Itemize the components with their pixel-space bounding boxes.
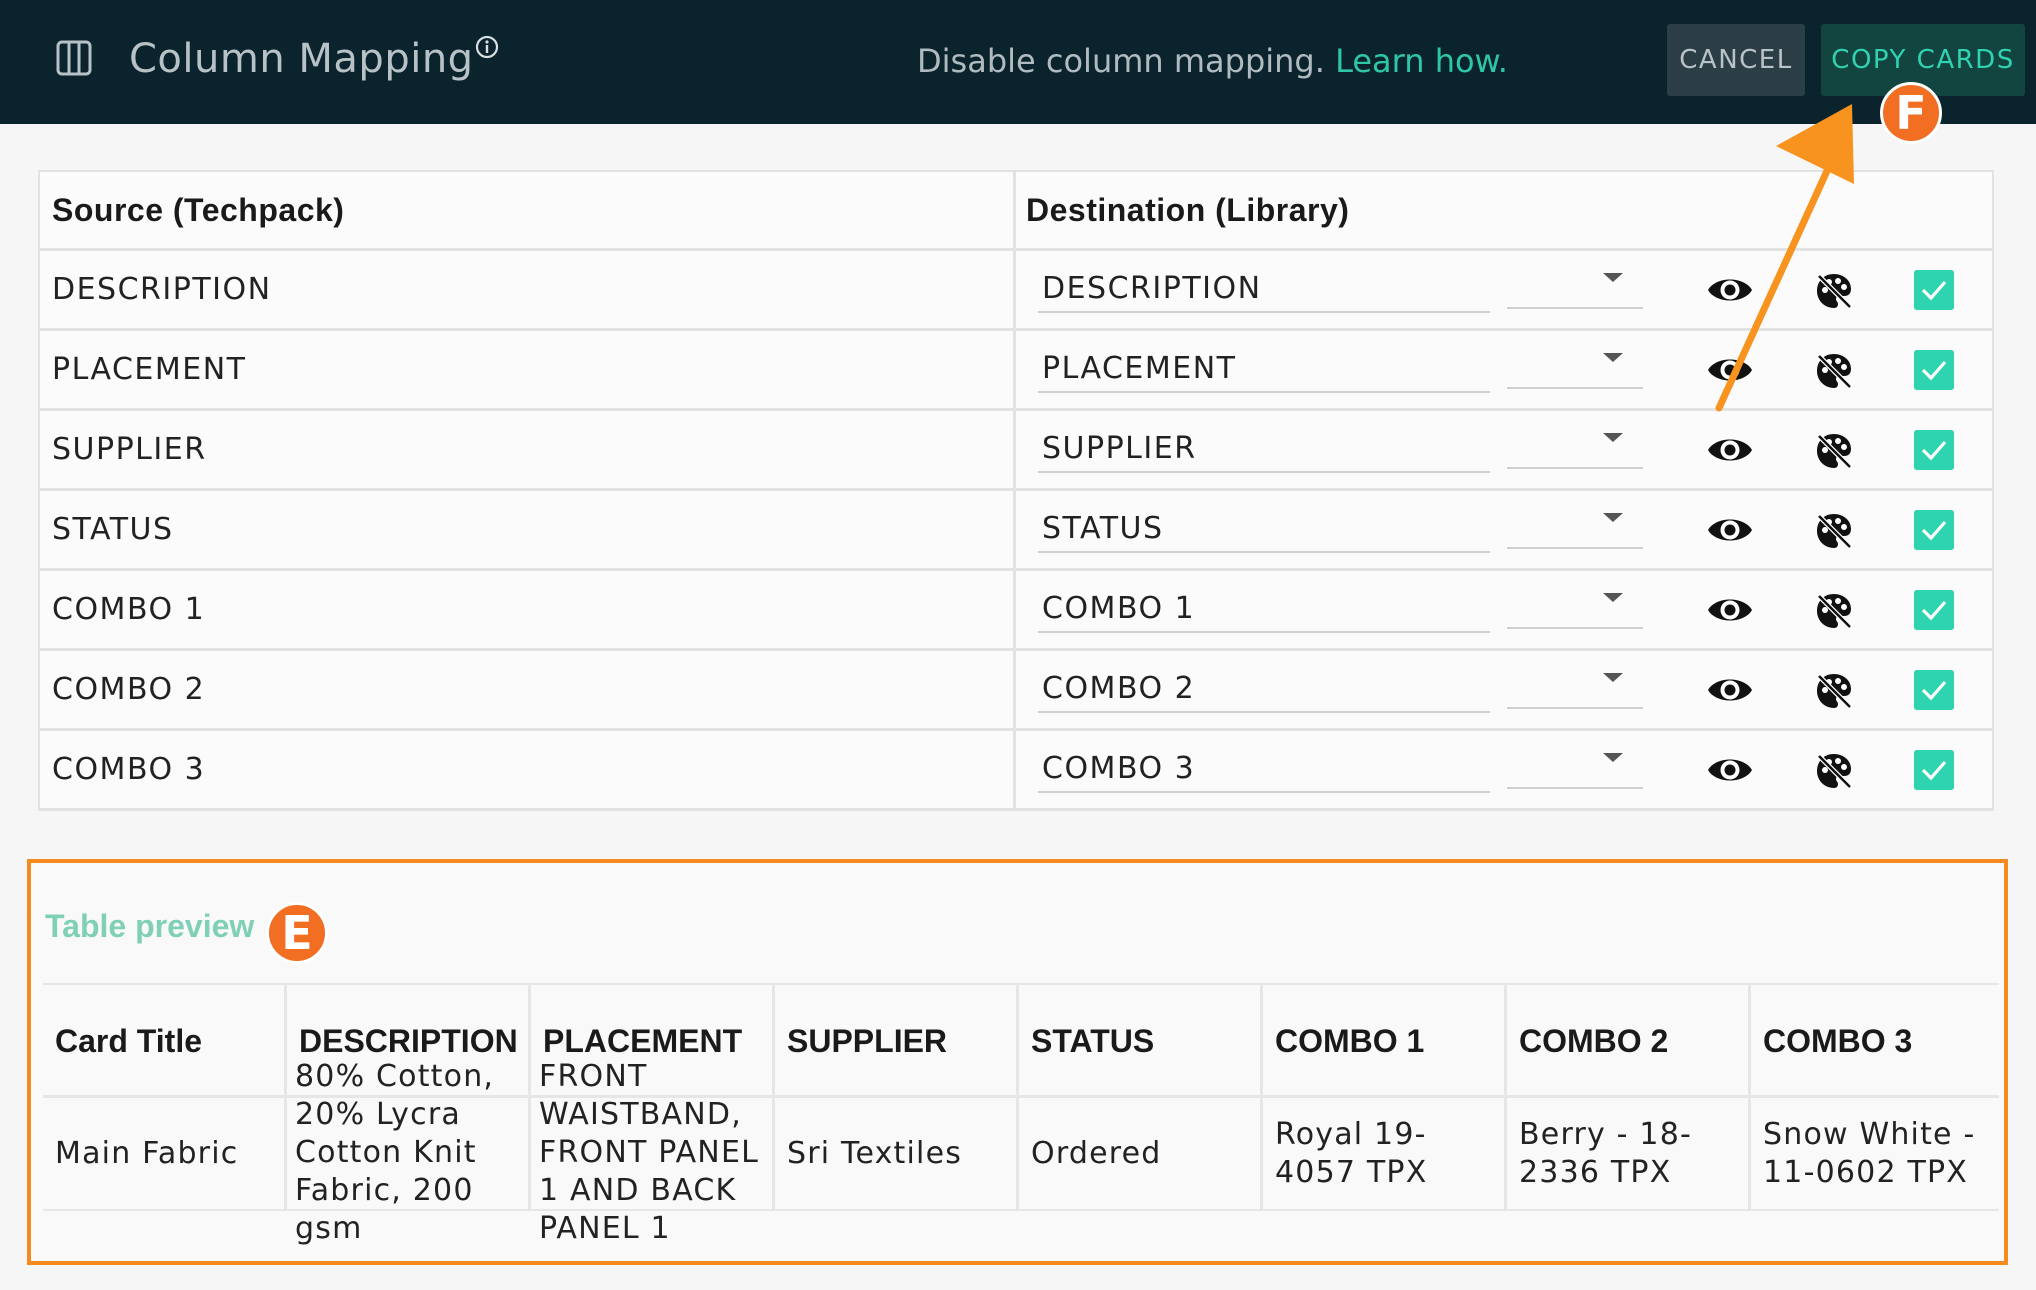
destination-cell: PLACEMENT	[1016, 331, 1994, 408]
source-column-name: SUPPLIER	[38, 411, 1016, 488]
mapping-row: COMBO 3 COMBO 3	[38, 731, 1994, 811]
preview-cell-combo1: Royal 19-4057 TPX	[1263, 1098, 1507, 1209]
destination-type-select[interactable]	[1507, 343, 1643, 389]
destination-type-select[interactable]	[1507, 743, 1643, 789]
mapping-row: PLACEMENT PLACEMENT	[38, 331, 1994, 411]
cancel-button[interactable]: CANCEL	[1667, 24, 1805, 96]
eye-icon[interactable]	[1706, 509, 1754, 551]
dropdown-caret-icon	[1603, 753, 1623, 762]
destination-field-input[interactable]: COMBO 2	[1038, 669, 1490, 713]
checkbox-checked-icon[interactable]	[1914, 510, 1954, 550]
destination-header: Destination (Library)	[1016, 172, 1994, 248]
palette-off-icon[interactable]	[1814, 591, 1854, 631]
mapping-row: DESCRIPTION DESCRIPTION	[38, 251, 1994, 331]
destination-field-input[interactable]: DESCRIPTION	[1038, 269, 1490, 313]
columns-icon[interactable]	[56, 40, 92, 76]
destination-type-select[interactable]	[1507, 503, 1643, 549]
source-column-name: COMBO 1	[38, 571, 1016, 648]
learn-how-link[interactable]: Learn how.	[1335, 42, 1508, 80]
checkbox-checked-icon[interactable]	[1914, 430, 1954, 470]
checkbox-checked-icon[interactable]	[1914, 670, 1954, 710]
source-column-name: COMBO 2	[38, 651, 1016, 728]
preview-column-header: COMBO 2	[1507, 985, 1751, 1095]
table-preview-title: Table preview	[45, 908, 255, 944]
palette-off-icon[interactable]	[1814, 351, 1854, 391]
mapping-row: COMBO 2 COMBO 2	[38, 651, 1994, 731]
preview-column-header: SUPPLIER	[775, 985, 1019, 1095]
palette-off-icon[interactable]	[1814, 751, 1854, 791]
eye-icon[interactable]	[1706, 749, 1754, 791]
eye-icon[interactable]	[1706, 429, 1754, 471]
column-mapping-table: Source (Techpack) Destination (Library) …	[38, 170, 1994, 811]
destination-type-select[interactable]	[1507, 423, 1643, 469]
preview-column-header: Card Title	[43, 985, 287, 1095]
source-column-name: PLACEMENT	[38, 331, 1016, 408]
preview-column-header: COMBO 1	[1263, 985, 1507, 1095]
info-icon[interactable]	[474, 34, 500, 60]
destination-field-input[interactable]: COMBO 1	[1038, 589, 1490, 633]
mapping-header-row: Source (Techpack) Destination (Library)	[38, 170, 1994, 251]
dropdown-caret-icon	[1603, 673, 1623, 682]
marker-e-badge: E	[266, 902, 328, 964]
destination-type-select[interactable]	[1507, 263, 1643, 309]
mapping-row: STATUS STATUS	[38, 491, 1994, 571]
disable-mapping-label: Disable column mapping.	[917, 42, 1325, 80]
preview-column-header: COMBO 3	[1763, 1023, 1913, 1059]
destination-cell: COMBO 1	[1016, 571, 1994, 648]
preview-cell-card-title: Main Fabric	[43, 1098, 287, 1209]
checkbox-checked-icon[interactable]	[1914, 750, 1954, 790]
mapping-row: SUPPLIER SUPPLIER	[38, 411, 1994, 491]
palette-off-icon[interactable]	[1814, 671, 1854, 711]
mapping-row: COMBO 1 COMBO 1	[38, 571, 1994, 651]
checkbox-checked-icon[interactable]	[1914, 350, 1954, 390]
preview-cell-supplier: Sri Textiles	[775, 1098, 1019, 1209]
destination-field-input[interactable]: STATUS	[1038, 509, 1490, 553]
eye-icon[interactable]	[1706, 349, 1754, 391]
preview-cell-description-text: 80% Cotton, 20% Lycra Cotton Knit Fabric…	[295, 1059, 495, 1246]
checkbox-checked-icon[interactable]	[1914, 590, 1954, 630]
destination-field-input[interactable]: PLACEMENT	[1038, 349, 1490, 393]
dropdown-caret-icon	[1603, 513, 1623, 522]
palette-off-icon[interactable]	[1814, 271, 1854, 311]
palette-off-icon[interactable]	[1814, 511, 1854, 551]
source-column-name: STATUS	[38, 491, 1016, 568]
preview-cell-combo2: Berry - 18-2336 TPX	[1507, 1098, 1751, 1209]
destination-cell: COMBO 2	[1016, 651, 1994, 728]
source-column-name: DESCRIPTION	[38, 251, 1016, 328]
eye-icon[interactable]	[1706, 669, 1754, 711]
checkbox-checked-icon[interactable]	[1914, 270, 1954, 310]
destination-cell: SUPPLIER	[1016, 411, 1994, 488]
eye-icon[interactable]	[1706, 589, 1754, 631]
eye-icon[interactable]	[1706, 269, 1754, 311]
disable-mapping-text: Disable column mapping. Learn how.	[917, 42, 1508, 80]
preview-cell-placement-text: FRONT WAISTBAND, FRONT PANEL 1 AND BACK …	[539, 1059, 760, 1246]
preview-cell-combo3: Snow White - 11-0602 TPX	[1763, 1116, 1976, 1190]
top-bar: Column Mapping Disable column mapping. L…	[0, 0, 2036, 124]
dropdown-caret-icon	[1603, 433, 1623, 442]
dropdown-caret-icon	[1603, 353, 1623, 362]
destination-field-input[interactable]: SUPPLIER	[1038, 429, 1490, 473]
destination-type-select[interactable]	[1507, 663, 1643, 709]
destination-cell: STATUS	[1016, 491, 1994, 568]
dropdown-caret-icon	[1603, 593, 1623, 602]
page-title: Column Mapping	[129, 36, 474, 82]
preview-cell-status: Ordered	[1019, 1098, 1263, 1209]
source-header: Source (Techpack)	[38, 172, 1016, 248]
preview-column-header: STATUS	[1019, 985, 1263, 1095]
destination-field-input[interactable]: COMBO 3	[1038, 749, 1490, 793]
marker-f-badge: F	[1880, 82, 1942, 144]
source-column-name: COMBO 3	[38, 731, 1016, 808]
destination-cell: DESCRIPTION	[1016, 251, 1994, 328]
destination-type-select[interactable]	[1507, 583, 1643, 629]
destination-cell: COMBO 3	[1016, 731, 1994, 808]
palette-off-icon[interactable]	[1814, 431, 1854, 471]
dropdown-caret-icon	[1603, 273, 1623, 282]
